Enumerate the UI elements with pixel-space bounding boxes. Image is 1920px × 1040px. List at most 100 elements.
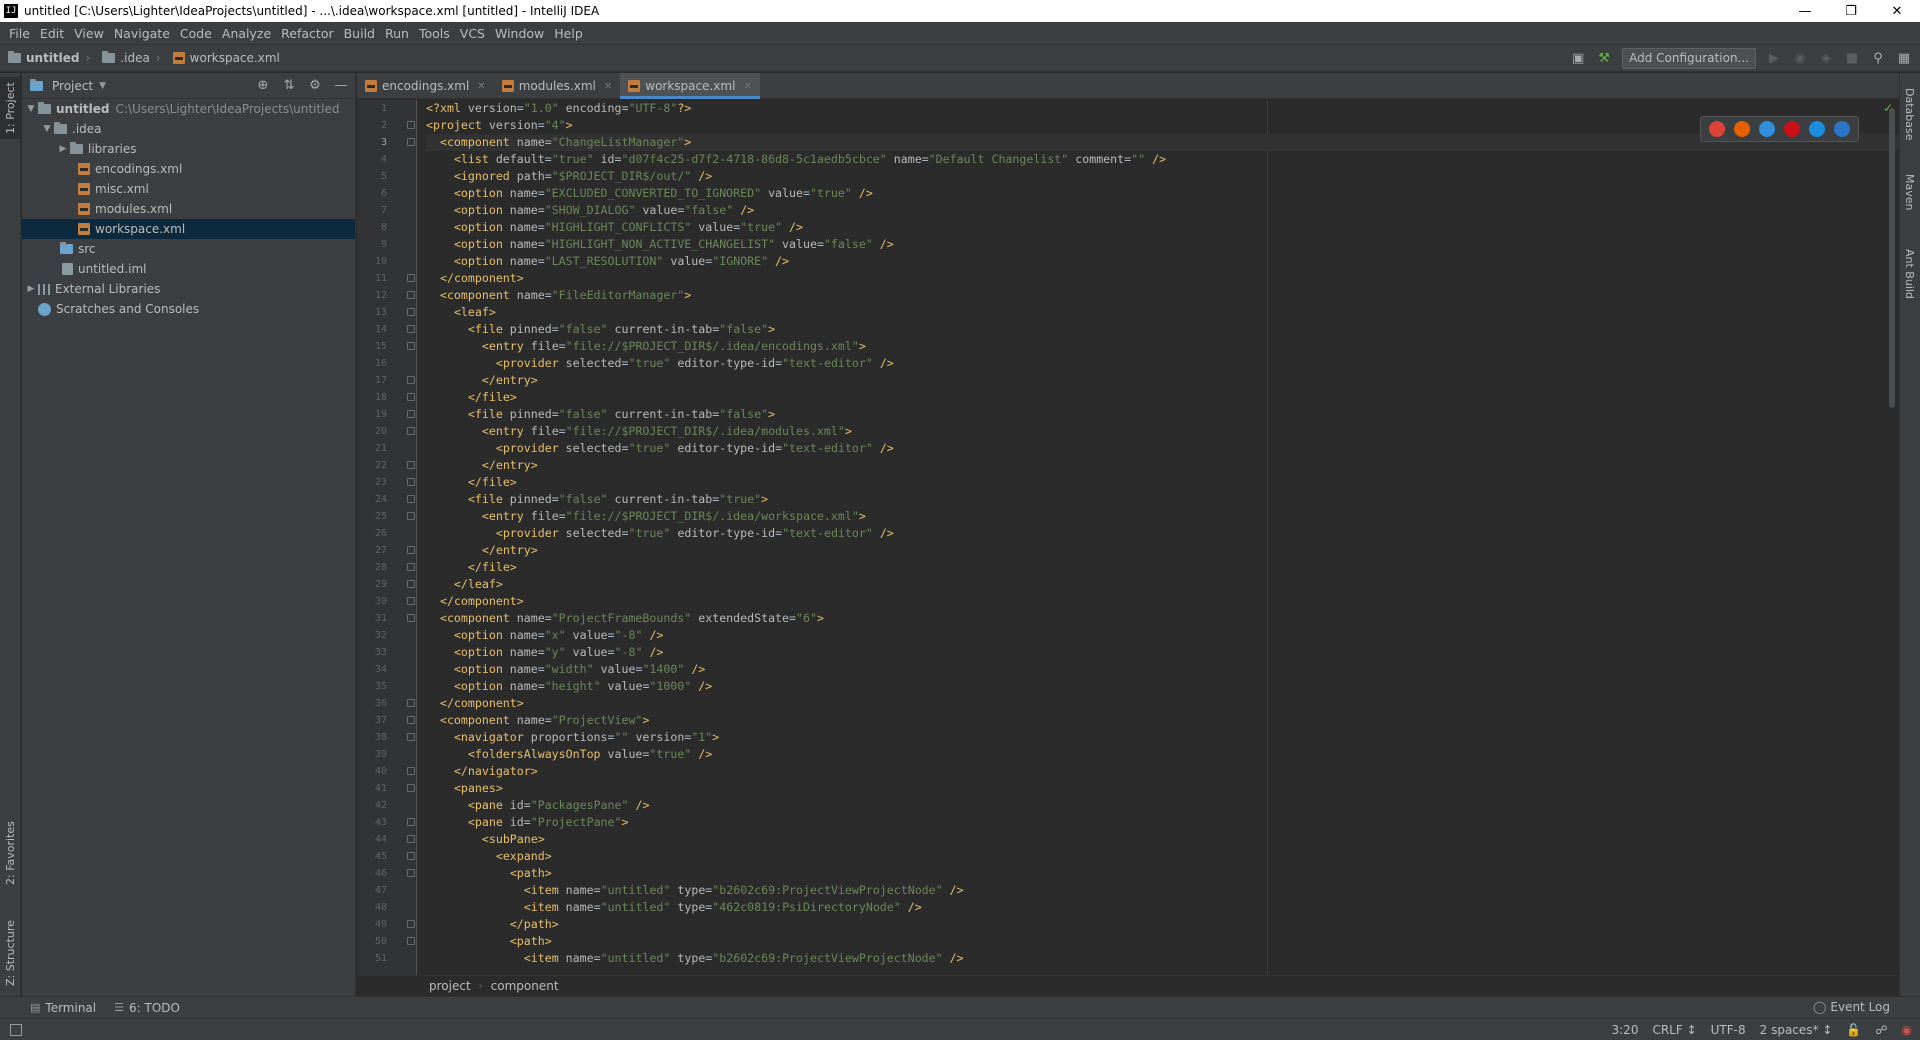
code-editor[interactable]: 1 <?xml version="1.0" encoding="UTF-8"?> 2… xyxy=(357,100,1899,975)
code-line[interactable]: 48 <item name="untitled" type="462c0819:… xyxy=(375,899,1899,916)
toggle-tool-windows-icon[interactable] xyxy=(10,1023,22,1036)
tool-tab-favorites[interactable]: 2: Favorites xyxy=(0,813,21,893)
close-tab-icon[interactable]: ✕ xyxy=(743,81,751,92)
code-line[interactable]: 21 <provider selected="true" editor-type… xyxy=(375,440,1899,457)
code-line[interactable]: 10 <option name="LAST_RESOLUTION" value=… xyxy=(375,253,1899,270)
code-line[interactable]: 37 <component name="ProjectView"> xyxy=(375,712,1899,729)
code-line[interactable]: 34 <option name="width" value="1400" /> xyxy=(375,661,1899,678)
code-line[interactable]: 49 </path> xyxy=(375,916,1899,933)
tool-tab-maven[interactable]: Maven xyxy=(1899,167,1920,217)
code-line[interactable]: 38 <navigator proportions="" version="1"… xyxy=(375,729,1899,746)
fold-marker-icon[interactable] xyxy=(407,376,415,384)
tab-encodings[interactable]: encodings.xml ✕ xyxy=(357,73,494,99)
chevron-down-icon[interactable]: ▼ xyxy=(99,81,106,91)
code-line[interactable]: 41 <panes> xyxy=(375,780,1899,797)
stop-icon[interactable]: ■ xyxy=(1844,51,1860,67)
fold-marker-icon[interactable] xyxy=(407,138,415,146)
code-line[interactable]: 2 <project version="4"> xyxy=(381,117,1899,134)
fold-marker-icon[interactable] xyxy=(407,699,415,707)
hide-icon[interactable]: — xyxy=(333,77,349,93)
tool-tab-structure[interactable]: Z: Structure xyxy=(0,913,21,993)
code-line[interactable]: 24 <file pinned="false" current-in-tab="… xyxy=(375,491,1899,508)
menu-tools[interactable]: Tools xyxy=(414,26,455,41)
lock-icon[interactable]: 🔓 xyxy=(1846,1023,1861,1037)
fold-marker-icon[interactable] xyxy=(407,818,415,826)
code-line[interactable]: 43 <pane id="ProjectPane"> xyxy=(375,814,1899,831)
code-area[interactable]: 1 <?xml version="1.0" encoding="UTF-8"?> 2… xyxy=(375,100,1899,975)
fold-marker-icon[interactable] xyxy=(407,614,415,622)
close-tab-icon[interactable]: ✕ xyxy=(604,81,612,92)
fold-marker-icon[interactable] xyxy=(407,478,415,486)
breadcrumb-component[interactable]: component xyxy=(491,979,559,993)
code-line[interactable]: 25 <entry file="file://$PROJECT_DIR$/.id… xyxy=(375,508,1899,525)
tree-item-external-libraries[interactable]: ▶ External Libraries xyxy=(22,279,355,299)
fold-marker-icon[interactable] xyxy=(407,937,415,945)
tree-item-libraries[interactable]: ▶ libraries xyxy=(22,139,355,159)
fold-marker-icon[interactable] xyxy=(407,274,415,282)
expanded-arrow-icon[interactable]: ▼ xyxy=(40,124,54,134)
nav-crumb-idea[interactable]: .idea › xyxy=(94,51,164,65)
fold-marker-icon[interactable] xyxy=(407,495,415,503)
git-icon[interactable]: ☍ xyxy=(1875,1023,1887,1037)
tab-modules[interactable]: modules.xml ✕ xyxy=(494,73,621,99)
breadcrumb-project[interactable]: project xyxy=(429,979,471,993)
tree-item-modules[interactable]: modules.xml xyxy=(22,199,355,219)
menu-view[interactable]: View xyxy=(69,26,109,41)
collapsed-arrow-icon[interactable]: ▶ xyxy=(56,144,70,154)
menu-help[interactable]: Help xyxy=(549,26,588,41)
edge-icon[interactable] xyxy=(1834,121,1850,137)
editor-scrollbar[interactable] xyxy=(1889,108,1895,408)
code-line[interactable]: 50 <path> xyxy=(375,933,1899,950)
code-line[interactable]: 17 </entry> xyxy=(375,372,1899,389)
fold-marker-icon[interactable] xyxy=(407,920,415,928)
menu-refactor[interactable]: Refactor xyxy=(276,26,338,41)
menu-window[interactable]: Window xyxy=(490,26,549,41)
fold-marker-icon[interactable] xyxy=(407,512,415,520)
menu-edit[interactable]: Edit xyxy=(35,26,69,41)
code-line[interactable]: 27 </entry> xyxy=(375,542,1899,559)
menu-run[interactable]: Run xyxy=(380,26,414,41)
fold-marker-icon[interactable] xyxy=(407,121,415,129)
fold-marker-icon[interactable] xyxy=(407,325,415,333)
fold-marker-icon[interactable] xyxy=(407,869,415,877)
code-line[interactable]: 23 </file> xyxy=(375,474,1899,491)
code-line[interactable]: 6 <option name="EXCLUDED_CONVERTED_TO_IG… xyxy=(381,185,1899,202)
code-line[interactable]: 18 </file> xyxy=(375,389,1899,406)
code-line[interactable]: 44 <subPane> xyxy=(375,831,1899,848)
code-line[interactable]: 40 </navigator> xyxy=(375,763,1899,780)
fold-marker-icon[interactable] xyxy=(407,784,415,792)
expanded-arrow-icon[interactable]: ▼ xyxy=(24,104,38,114)
code-line[interactable]: 14 <file pinned="false" current-in-tab="… xyxy=(375,321,1899,338)
tab-workspace[interactable]: workspace.xml ✕ xyxy=(620,73,760,99)
chrome-icon[interactable] xyxy=(1709,121,1725,137)
safari-icon[interactable] xyxy=(1759,121,1775,137)
fold-marker-icon[interactable] xyxy=(407,835,415,843)
fold-marker-icon[interactable] xyxy=(407,716,415,724)
code-line[interactable]: 32 <option name="x" value="-8" /> xyxy=(375,627,1899,644)
menu-vcs[interactable]: VCS xyxy=(455,26,490,41)
indent-setting[interactable]: 2 spaces* ↕ xyxy=(1760,1023,1833,1037)
event-log-button[interactable]: ◯ Event Log xyxy=(1813,1000,1890,1014)
fold-marker-icon[interactable] xyxy=(407,393,415,401)
code-line[interactable]: 22 </entry> xyxy=(375,457,1899,474)
tree-item-idea[interactable]: ▼ .idea xyxy=(22,119,355,139)
code-line[interactable]: 29 </leaf> xyxy=(375,576,1899,593)
locate-icon[interactable]: ⊕ xyxy=(255,77,271,93)
notifications-icon[interactable]: ◉ xyxy=(1902,1023,1912,1037)
opera-icon[interactable] xyxy=(1784,121,1800,137)
code-line[interactable]: 39 <foldersAlwaysOnTop value="true" /> xyxy=(375,746,1899,763)
fold-marker-icon[interactable] xyxy=(407,427,415,435)
code-line[interactable]: 19 <file pinned="false" current-in-tab="… xyxy=(375,406,1899,423)
fold-marker-icon[interactable] xyxy=(407,597,415,605)
menu-code[interactable]: Code xyxy=(175,26,217,41)
caret-position[interactable]: 3:20 xyxy=(1612,1023,1639,1037)
firefox-icon[interactable] xyxy=(1734,121,1750,137)
close-icon[interactable]: ✕ xyxy=(1874,0,1920,22)
code-line[interactable]: 1 <?xml version="1.0" encoding="UTF-8"?> xyxy=(381,100,1899,117)
code-line[interactable]: 7 <option name="SHOW_DIALOG" value="fals… xyxy=(381,202,1899,219)
code-line[interactable]: 45 <expand> xyxy=(375,848,1899,865)
build-hammer-icon[interactable]: ⚒ xyxy=(1596,51,1612,67)
tool-tab-database[interactable]: Database xyxy=(1899,79,1920,149)
code-line[interactable]: 36 </component> xyxy=(375,695,1899,712)
tree-item-src[interactable]: src xyxy=(22,239,355,259)
